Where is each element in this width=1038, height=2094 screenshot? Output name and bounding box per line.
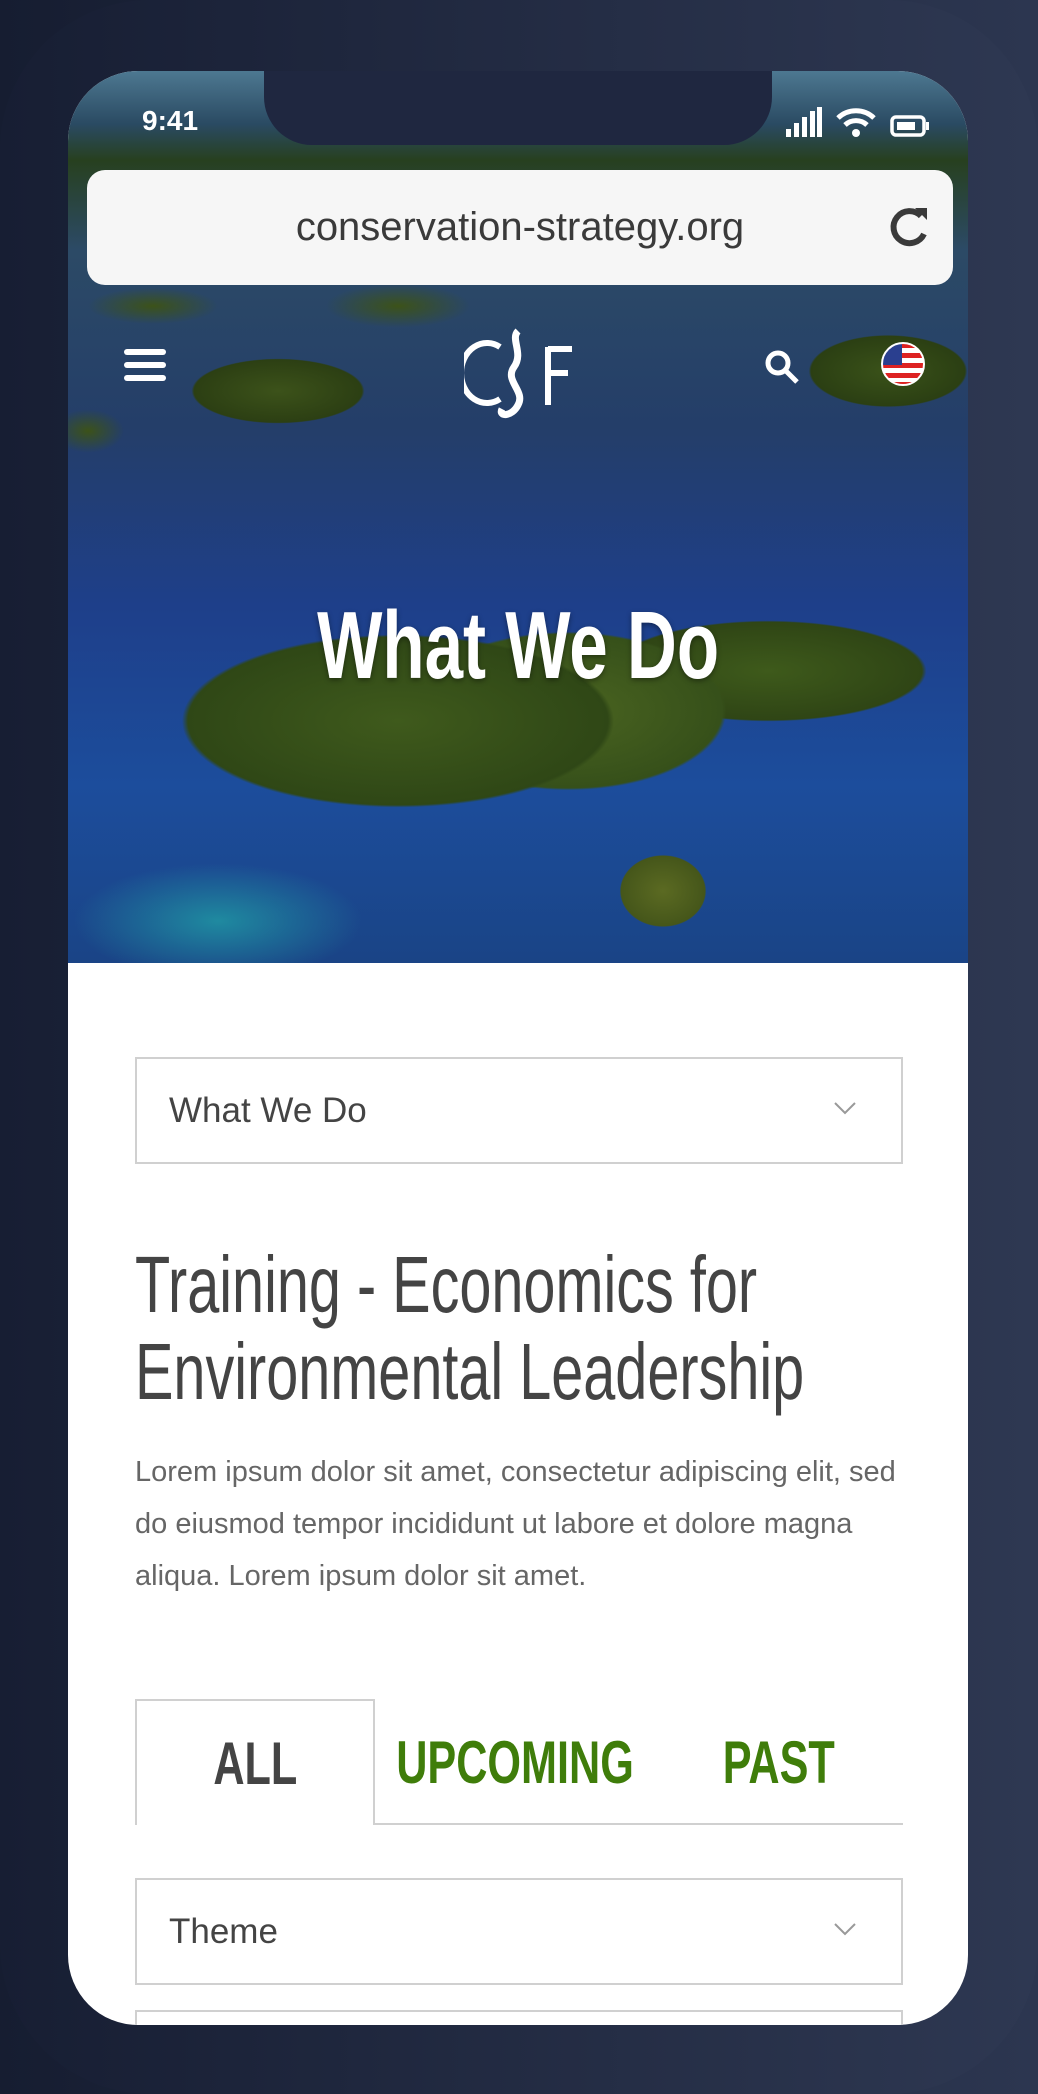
us-flag-icon[interactable]: [880, 341, 926, 387]
reload-icon[interactable]: [885, 204, 931, 250]
signal-icon: [786, 107, 822, 137]
url-text: conservation-strategy.org: [295, 205, 745, 249]
tab-past[interactable]: PAST: [655, 1699, 903, 1825]
address-bar[interactable]: conservation-strategy.org: [87, 170, 953, 285]
page-description: Lorem ipsum dolor sit amet, consectetur …: [135, 1456, 896, 1592]
status-icons: [786, 107, 930, 137]
section-select-value: What We Do: [169, 1090, 367, 1130]
battery-icon: [890, 115, 929, 137]
hamburger-menu-icon[interactable]: [124, 347, 166, 383]
status-time: 9:41: [142, 105, 199, 136]
theme-select-value: Theme: [169, 1911, 278, 1951]
theme-select[interactable]: Theme: [135, 1878, 903, 1985]
notch: [264, 71, 772, 145]
page-title: Training - Economics for Environmental L…: [135, 1240, 805, 1416]
wifi-icon: [836, 108, 876, 137]
tab-all[interactable]: ALL: [135, 1699, 375, 1825]
event-tabs: ALL UPCOMING PAST: [135, 1699, 903, 1825]
site-header: [68, 311, 968, 421]
chevron-down-icon: [834, 1102, 856, 1115]
hero-title: What We Do: [317, 592, 719, 699]
csf-logo[interactable]: [464, 325, 580, 429]
search-icon[interactable]: [764, 349, 800, 385]
tab-upcoming[interactable]: UPCOMING: [375, 1699, 655, 1825]
next-filter-select[interactable]: [135, 2010, 903, 2025]
phone-screen: 9:41 conservation-strategy.org What We D…: [68, 71, 968, 2025]
section-select[interactable]: What We Do: [135, 1057, 903, 1164]
chevron-down-icon: [834, 1923, 856, 1936]
